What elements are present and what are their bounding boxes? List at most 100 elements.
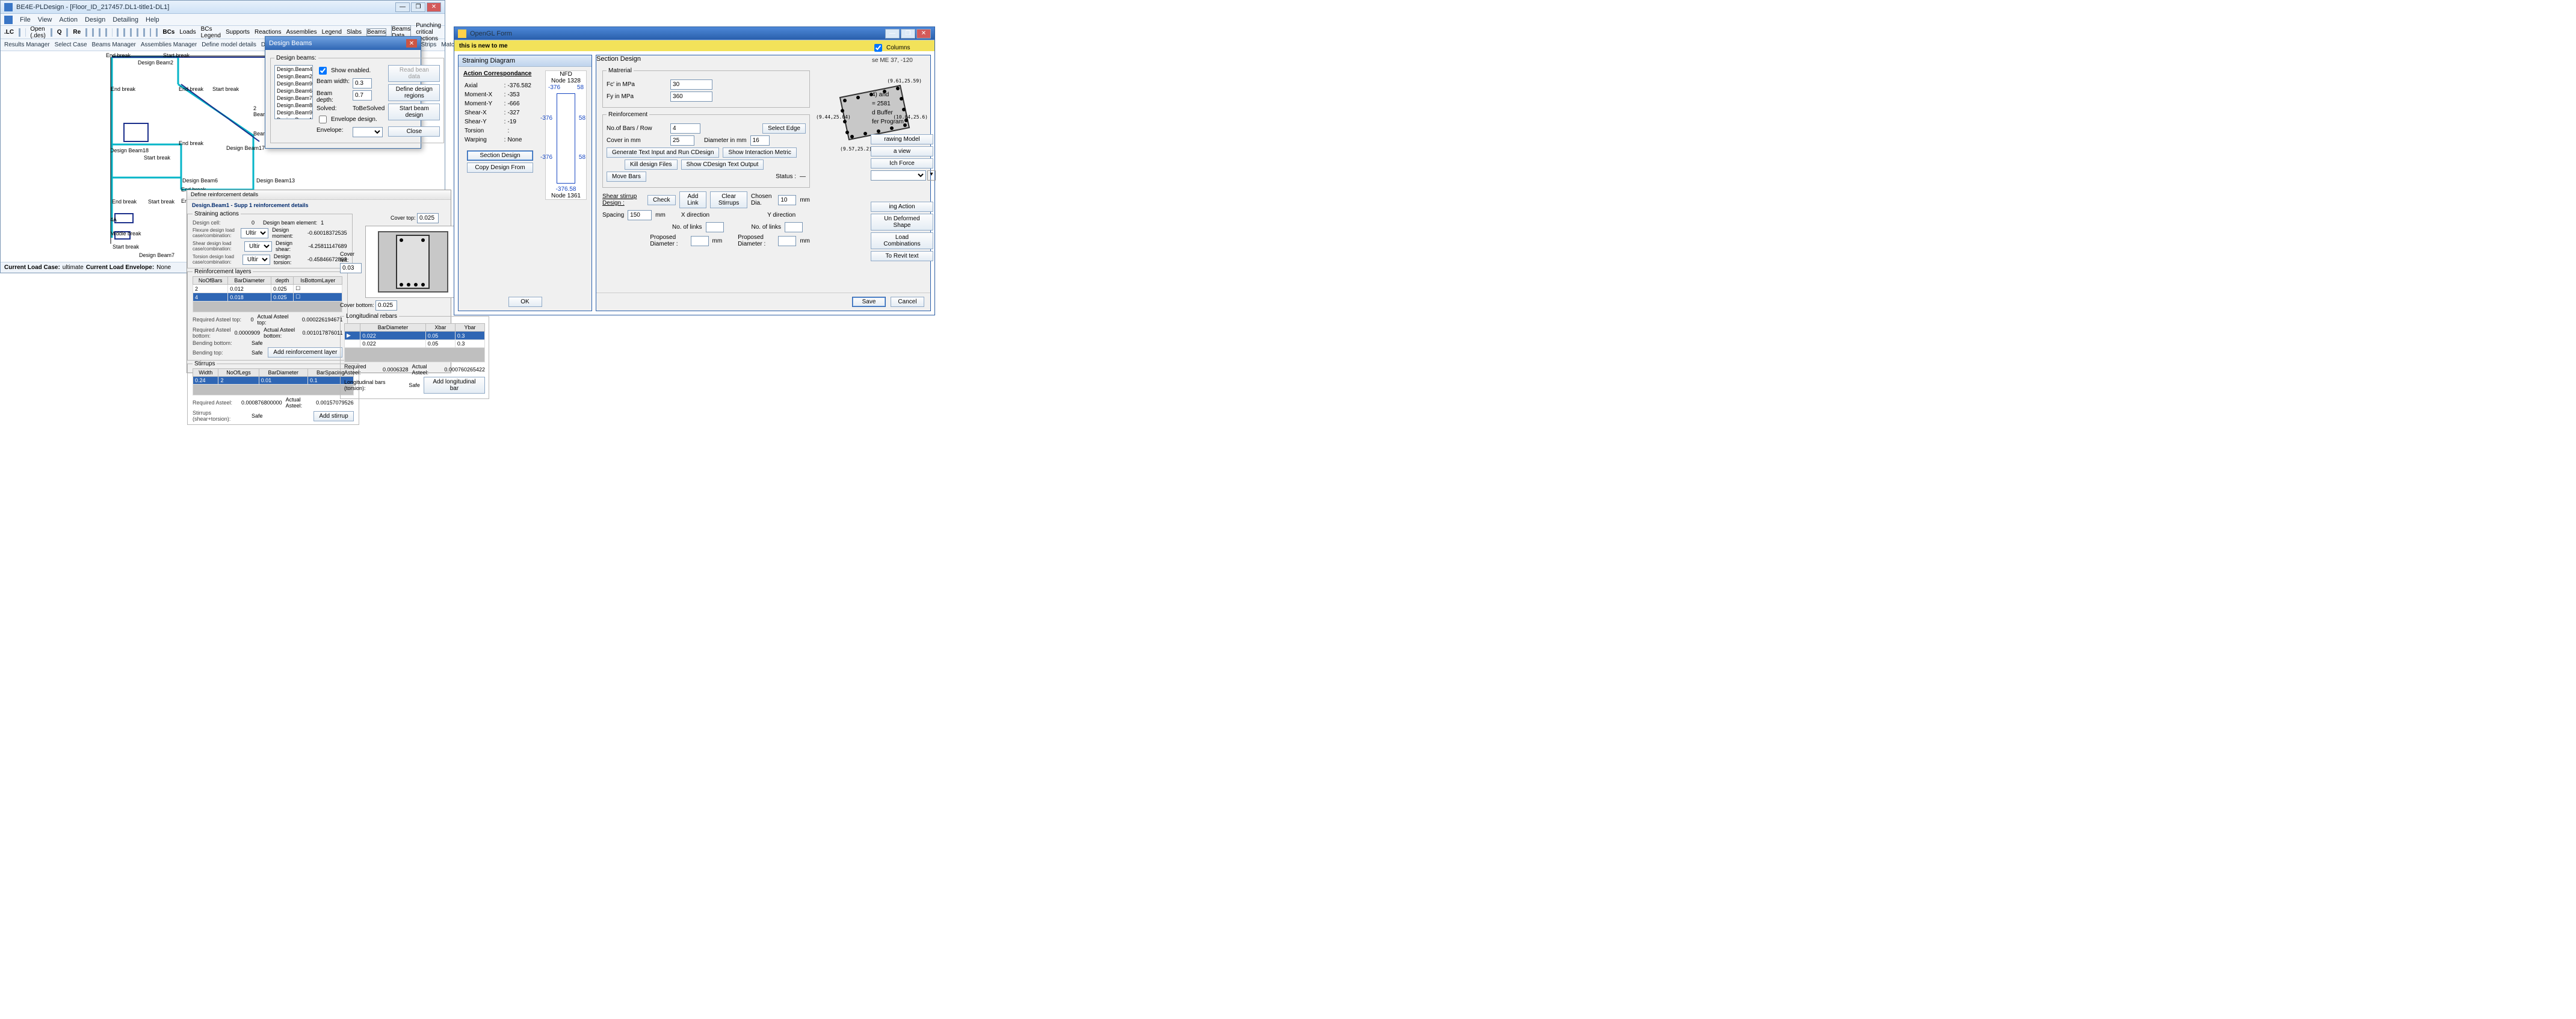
t2-define[interactable]: Define model details — [202, 42, 256, 48]
ing-action-button[interactable]: ing Action — [871, 202, 933, 212]
close-button[interactable]: ✕ — [427, 2, 441, 12]
re-button[interactable]: Re — [73, 29, 81, 36]
cover-bot-input[interactable] — [375, 300, 397, 311]
menu-file[interactable]: File — [20, 16, 31, 23]
minimize-button[interactable]: — — [395, 2, 410, 12]
envelope-design-check[interactable]: Envelope design. — [317, 114, 385, 125]
long-rebars-table[interactable]: BarDiameterXbarYbar ▶0.0220.050.3 0.0220… — [344, 323, 485, 348]
beam-width-input[interactable] — [353, 78, 372, 88]
read-beam-data-button[interactable]: Read bean data — [388, 65, 440, 82]
i9-icon[interactable] — [143, 28, 145, 37]
ok-button[interactable]: OK — [508, 297, 542, 307]
i7-icon[interactable] — [130, 28, 132, 37]
t2-selcase[interactable]: Select Case — [55, 42, 87, 48]
fy-input[interactable] — [670, 91, 712, 102]
load-comb-button[interactable]: Load Combinations — [871, 232, 933, 249]
chosen-dia-input[interactable] — [778, 195, 796, 205]
section-design-button[interactable]: Section Design — [467, 150, 533, 161]
shear-case-select[interactable]: Ultimate — [244, 241, 272, 252]
i8-icon[interactable] — [137, 28, 138, 37]
copy-design-from-button[interactable]: Copy Design From — [467, 163, 533, 173]
move-bars-button[interactable]: Move Bars — [607, 172, 646, 182]
fc-input[interactable] — [670, 79, 712, 90]
menu-help[interactable]: Help — [146, 16, 159, 23]
tb-loads[interactable]: Loads — [179, 29, 196, 36]
to-revit-button[interactable]: To Revit text — [871, 251, 933, 261]
beam-depth-input[interactable] — [353, 90, 372, 101]
q-button[interactable]: Q — [57, 29, 62, 36]
menu-design[interactable]: Design — [85, 16, 105, 23]
lc-label[interactable]: .LC — [4, 29, 14, 36]
tb-bcs-legend[interactable]: BCs Legend — [201, 26, 221, 39]
zoom-icon[interactable] — [66, 28, 68, 37]
clear-stirrups-button[interactable]: Clear Stirrups — [710, 191, 747, 208]
envelope-select[interactable] — [353, 127, 383, 137]
cover-left-input[interactable] — [340, 263, 362, 273]
tb-beams[interactable]: Beams — [366, 28, 386, 36]
i1-icon[interactable] — [85, 28, 87, 37]
i4-icon[interactable] — [105, 28, 107, 37]
rawing-model-button[interactable]: rawing Model — [871, 134, 933, 144]
rpanel-select[interactable] — [871, 170, 926, 181]
bcs-button[interactable]: BCs — [162, 29, 175, 36]
show-output-button[interactable]: Show CDesign Text Output — [681, 160, 764, 170]
metric-button[interactable]: Show Interaction Metric — [723, 147, 797, 158]
open-des-button[interactable]: Open (.des) — [30, 26, 46, 39]
y-links-input[interactable] — [785, 222, 803, 232]
i5-icon[interactable] — [117, 28, 119, 37]
a-view-button[interactable]: a view — [871, 146, 933, 156]
blank-icon[interactable] — [51, 28, 52, 37]
cover-input[interactable] — [670, 135, 694, 146]
undeformed-button[interactable]: Un Deformed Shape — [871, 214, 933, 231]
i3-icon[interactable] — [99, 28, 100, 37]
generate-button[interactable]: Generate Text Input and Run CDesign — [607, 147, 719, 158]
tb-reactions[interactable]: Reactions — [255, 29, 281, 36]
menu-action[interactable]: Action — [59, 16, 78, 23]
tb-slabs[interactable]: Slabs — [347, 29, 362, 36]
t2-results[interactable]: Results Manager — [4, 42, 50, 48]
ogl-close-button[interactable]: ✕ — [916, 29, 931, 39]
check-button[interactable]: Check — [647, 195, 675, 205]
dia-input[interactable] — [750, 135, 770, 146]
ich-force-button[interactable]: Ich Force — [871, 158, 933, 169]
t2-beams-mgr[interactable]: Beams Manager — [92, 42, 136, 48]
kill-button[interactable]: Kill design Files — [625, 160, 677, 170]
cancel-button[interactable]: Cancel — [891, 297, 924, 307]
add-link-button[interactable]: Add Link — [679, 191, 707, 208]
i11-icon[interactable] — [156, 28, 158, 37]
start-beam-design-button[interactable]: Start beam design — [388, 104, 440, 120]
add-layer-button[interactable]: Add reinforcement layer — [268, 347, 342, 358]
spacing-input[interactable] — [628, 210, 652, 220]
maximize-button[interactable]: ❐ — [411, 2, 425, 12]
x-dia-input[interactable] — [691, 236, 709, 246]
dlg-close-icon[interactable]: ✕ — [406, 39, 417, 48]
flex-case-select[interactable]: Ultimate — [241, 228, 268, 238]
beam-list[interactable]: Design.Beam4Design.Beam2 Design.Beam9Des… — [274, 65, 313, 119]
cover-top-input[interactable] — [417, 213, 439, 223]
i10-icon[interactable] — [150, 28, 152, 37]
tb-supports[interactable]: Supports — [226, 29, 250, 36]
close-button[interactable]: Close — [388, 126, 440, 137]
columns-check[interactable]: Columns — [869, 41, 937, 55]
y-dia-input[interactable] — [778, 236, 796, 246]
define-regions-button[interactable]: Define design regions — [388, 84, 440, 101]
x-links-input[interactable] — [706, 222, 724, 232]
select-edge-button[interactable]: Select Edge — [762, 123, 806, 134]
ogl-maximize-button[interactable]: ❐ — [901, 29, 915, 39]
show-enabled-check[interactable]: Show enabled. — [317, 65, 385, 76]
i2-icon[interactable] — [92, 28, 94, 37]
app-menu-icon[interactable] — [4, 16, 13, 24]
i6-icon[interactable] — [123, 28, 125, 37]
menu-detailing[interactable]: Detailing — [113, 16, 138, 23]
bars-row-input[interactable] — [670, 123, 700, 134]
menu-view[interactable]: View — [38, 16, 52, 23]
t2-asm-mgr[interactable]: Assemblies Manager — [141, 42, 197, 48]
toolbar-icon[interactable] — [19, 28, 20, 37]
layers-table[interactable]: NoOfBarsBarDiameterdepthIsBottomLayer 20… — [193, 276, 342, 302]
ogl-minimize-button[interactable]: — — [885, 29, 900, 39]
add-long-button[interactable]: Add longitudinal bar — [424, 377, 485, 394]
tors-case-select[interactable]: Ultimate — [242, 255, 270, 265]
tb-assemblies[interactable]: Assemblies — [286, 29, 317, 36]
tb-legend[interactable]: Legend — [322, 29, 342, 36]
stirrups-table[interactable]: WidthNoOfLegsBarDiameterBarSpacing 0.242… — [193, 368, 354, 385]
